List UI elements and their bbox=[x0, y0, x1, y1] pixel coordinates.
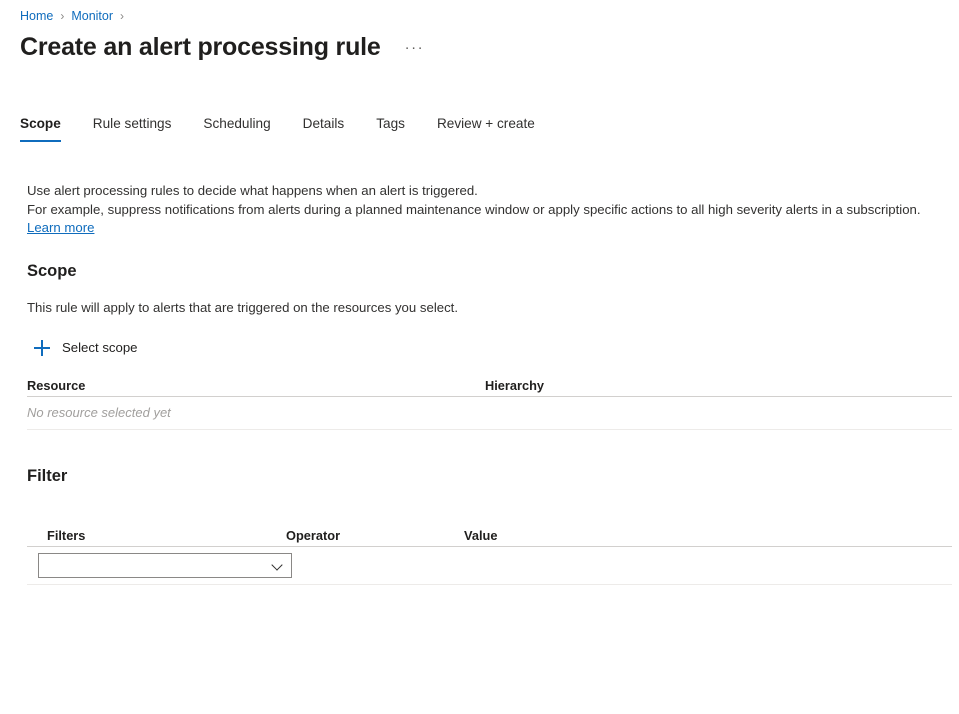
plus-icon bbox=[34, 340, 50, 356]
chevron-down-icon bbox=[272, 560, 283, 571]
table-row bbox=[27, 547, 952, 585]
scope-section-subtitle: This rule will apply to alerts that are … bbox=[27, 299, 458, 317]
filter-table: Filters Operator Value bbox=[27, 523, 952, 585]
more-options-icon[interactable]: ··· bbox=[401, 39, 429, 57]
tab-tags[interactable]: Tags bbox=[376, 114, 405, 142]
table-header-row: Filters Operator Value bbox=[27, 523, 952, 547]
column-header-operator: Operator bbox=[286, 527, 464, 544]
scope-section-heading: Scope bbox=[27, 260, 77, 282]
breadcrumb-separator-icon: › bbox=[60, 6, 64, 26]
column-header-value: Value bbox=[464, 527, 664, 544]
tab-rule-settings[interactable]: Rule settings bbox=[93, 114, 172, 142]
page-header: Create an alert processing rule ··· bbox=[20, 31, 428, 63]
table-row: No resource selected yet bbox=[27, 397, 952, 430]
tab-bar: Scope Rule settings Scheduling Details T… bbox=[20, 114, 535, 146]
filter-section-heading: Filter bbox=[27, 465, 67, 487]
table-header-row: Resource Hierarchy bbox=[27, 373, 952, 397]
column-header-resource: Resource bbox=[27, 377, 485, 394]
tab-details[interactable]: Details bbox=[303, 114, 345, 142]
tab-scheduling[interactable]: Scheduling bbox=[203, 114, 270, 142]
resource-table: Resource Hierarchy No resource selected … bbox=[27, 373, 952, 430]
breadcrumb-link-home[interactable]: Home bbox=[20, 6, 53, 26]
breadcrumb-link-monitor[interactable]: Monitor bbox=[71, 6, 113, 26]
breadcrumb-separator-icon: › bbox=[120, 6, 124, 26]
description-line-2: For example, suppress notifications from… bbox=[27, 202, 921, 217]
page-description: Use alert processing rules to decide wha… bbox=[27, 182, 952, 238]
learn-more-link[interactable]: Learn more bbox=[27, 220, 94, 235]
column-header-hierarchy: Hierarchy bbox=[485, 377, 785, 394]
tab-scope[interactable]: Scope bbox=[20, 114, 61, 142]
page-title: Create an alert processing rule bbox=[20, 31, 381, 63]
resource-empty-message: No resource selected yet bbox=[27, 404, 171, 422]
select-scope-button[interactable]: Select scope bbox=[34, 337, 138, 359]
tab-review-create[interactable]: Review + create bbox=[437, 114, 535, 142]
filter-type-dropdown[interactable] bbox=[38, 553, 292, 578]
breadcrumb: Home › Monitor › bbox=[20, 6, 131, 26]
select-scope-label: Select scope bbox=[62, 339, 138, 357]
column-header-filters: Filters bbox=[27, 527, 286, 544]
description-line-1: Use alert processing rules to decide wha… bbox=[27, 182, 952, 201]
